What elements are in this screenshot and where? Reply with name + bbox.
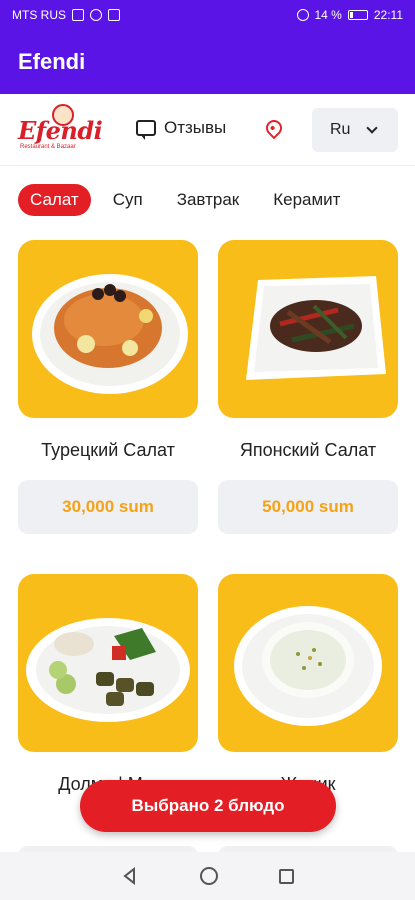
selected-dishes-label: Выбрано 2 блюдо [131, 796, 285, 815]
battery-icon [347, 10, 368, 20]
app-title: Efendi [18, 49, 86, 74]
battery-percent: 14 % [314, 8, 342, 22]
product-card[interactable]: Японский Салат 50,000 sum [218, 240, 398, 534]
product-price[interactable]: 50,000 sum [218, 480, 398, 534]
product-price[interactable]: 30,000 sum [18, 480, 198, 534]
tab-soup[interactable]: Суп [101, 184, 155, 216]
tab-ceramic[interactable]: Керамит [261, 184, 352, 216]
tab-breakfast[interactable]: Завтрак [165, 184, 252, 216]
restaurant-header: Efendi Restaurant & Bazaar Отзывы Ru [0, 94, 415, 166]
product-image[interactable] [18, 574, 198, 752]
wifi-icon [90, 9, 102, 21]
notification-icon [108, 9, 120, 21]
status-bar: MTS RUS 14 % 22:11 [0, 0, 415, 30]
product-image[interactable] [218, 574, 398, 752]
product-card[interactable]: Долма | М... [18, 574, 198, 794]
recent-apps-icon[interactable] [279, 868, 295, 884]
restaurant-logo[interactable]: Efendi Restaurant & Bazaar [18, 104, 103, 156]
volte-icon [72, 9, 84, 21]
logo-subtitle: Restaurant & Bazaar [20, 144, 76, 150]
clock: 22:11 [373, 8, 403, 22]
product-image[interactable] [18, 240, 198, 418]
system-nav-bar [0, 852, 415, 900]
tab-salad[interactable]: Салат [18, 184, 91, 216]
product-name[interactable]: Японский Салат [218, 440, 398, 461]
bluetooth-icon [296, 9, 309, 21]
product-image[interactable] [218, 240, 398, 418]
product-card[interactable]: Жацик [218, 574, 398, 794]
language-value: Ru [330, 121, 351, 138]
selected-dishes-button[interactable]: Выбрано 2 блюдо [80, 780, 336, 832]
category-tabs: Салат Суп Завтрак Керамит [0, 176, 415, 224]
reviews-button[interactable]: Отзывы [136, 118, 227, 140]
home-icon[interactable] [199, 867, 218, 885]
product-card[interactable]: Турецкий Салат 30,000 sum [18, 240, 198, 534]
location-pin-icon[interactable] [262, 116, 286, 140]
chevron-down-icon [366, 122, 378, 134]
product-name[interactable]: Турецкий Салат [18, 440, 198, 461]
app-bar: Efendi [0, 30, 415, 94]
language-select[interactable]: Ru [312, 108, 398, 152]
chat-icon [136, 120, 156, 140]
reviews-label: Отзывы [164, 118, 227, 137]
carrier-label: MTS RUS [12, 8, 66, 22]
back-icon[interactable] [121, 867, 139, 885]
logo-word: Efendi [18, 116, 103, 145]
